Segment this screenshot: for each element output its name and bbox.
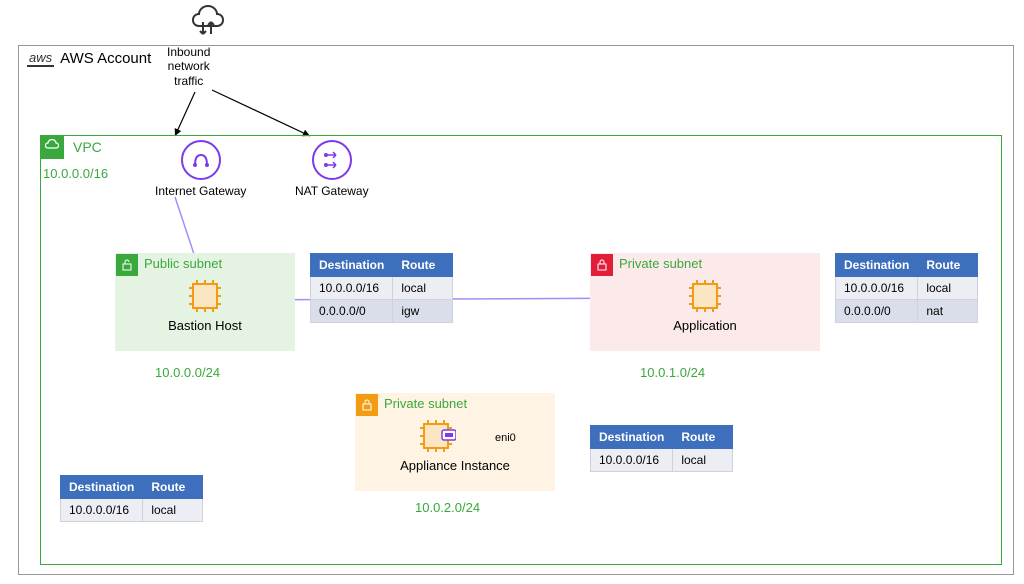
ec2-icon [685, 276, 725, 316]
rt-header-route: Route [143, 476, 203, 499]
route-table-appliance: DestinationRoute 10.0.0.0/16local [590, 425, 733, 472]
rt-cell: 0.0.0.0/0 [311, 300, 393, 323]
application-label: Application [591, 318, 819, 333]
route-table-app: DestinationRoute 10.0.0.0/16local 0.0.0.… [835, 253, 978, 323]
rt-header-dest: Destination [591, 426, 673, 449]
rt-cell: local [918, 277, 978, 300]
eni-label: eni0 [495, 432, 516, 444]
nat-label: NAT Gateway [295, 184, 369, 198]
appliance-label: Appliance Instance [356, 458, 554, 473]
rt-cell: nat [918, 300, 978, 323]
vpc-icon [40, 135, 64, 159]
ec2-icon [185, 276, 225, 316]
route-table-public: DestinationRoute 10.0.0.0/16local 0.0.0.… [310, 253, 453, 323]
public-subnet-label: Public subnet [144, 256, 222, 271]
private-appliance-label: Private subnet [384, 396, 467, 411]
rt-cell: 0.0.0.0/0 [836, 300, 918, 323]
internet-gateway-icon [181, 140, 221, 180]
private-subnet-appliance: Private subnet Appliance Instance [355, 393, 555, 491]
private-subnet-app: Private subnet Application [590, 253, 820, 351]
rt-header-dest: Destination [61, 476, 143, 499]
rt-header-dest: Destination [836, 254, 918, 277]
bastion-host-label: Bastion Host [116, 318, 294, 333]
internet-gateway: Internet Gateway [155, 140, 246, 198]
vpc-label: VPC [73, 139, 102, 155]
aws-account-label: aws AWS Account [19, 46, 159, 71]
rt-cell: local [393, 277, 453, 300]
private-app-cidr: 10.0.1.0/24 [640, 365, 705, 380]
rt-cell: local [673, 449, 733, 472]
rt-cell: 10.0.0.0/16 [311, 277, 393, 300]
igw-label: Internet Gateway [155, 184, 246, 198]
public-subnet-icon [116, 254, 138, 276]
private-subnet-icon [356, 394, 378, 416]
public-subnet-cidr: 10.0.0.0/24 [155, 365, 220, 380]
rt-header-route: Route [918, 254, 978, 277]
rt-header-route: Route [393, 254, 453, 277]
rt-cell: local [143, 499, 203, 522]
aws-logo-icon: aws [27, 50, 54, 67]
rt-cell: 10.0.0.0/16 [61, 499, 143, 522]
rt-cell: igw [393, 300, 453, 323]
ec2-icon [416, 416, 456, 456]
nat-gateway: NAT Gateway [295, 140, 369, 198]
vpc-cidr: 10.0.0.0/16 [43, 166, 108, 181]
rt-header-dest: Destination [311, 254, 393, 277]
cloud-icon [185, 0, 229, 47]
route-table-extra: DestinationRoute 10.0.0.0/16local [60, 475, 203, 522]
rt-cell: 10.0.0.0/16 [836, 277, 918, 300]
rt-header-route: Route [673, 426, 733, 449]
private-subnet-icon [591, 254, 613, 276]
aws-account-text: AWS Account [60, 50, 151, 67]
private-appliance-cidr: 10.0.2.0/24 [415, 500, 480, 515]
nat-gateway-icon [312, 140, 352, 180]
rt-cell: 10.0.0.0/16 [591, 449, 673, 472]
private-app-label: Private subnet [619, 256, 702, 271]
public-subnet: Public subnet Bastion Host [115, 253, 295, 351]
